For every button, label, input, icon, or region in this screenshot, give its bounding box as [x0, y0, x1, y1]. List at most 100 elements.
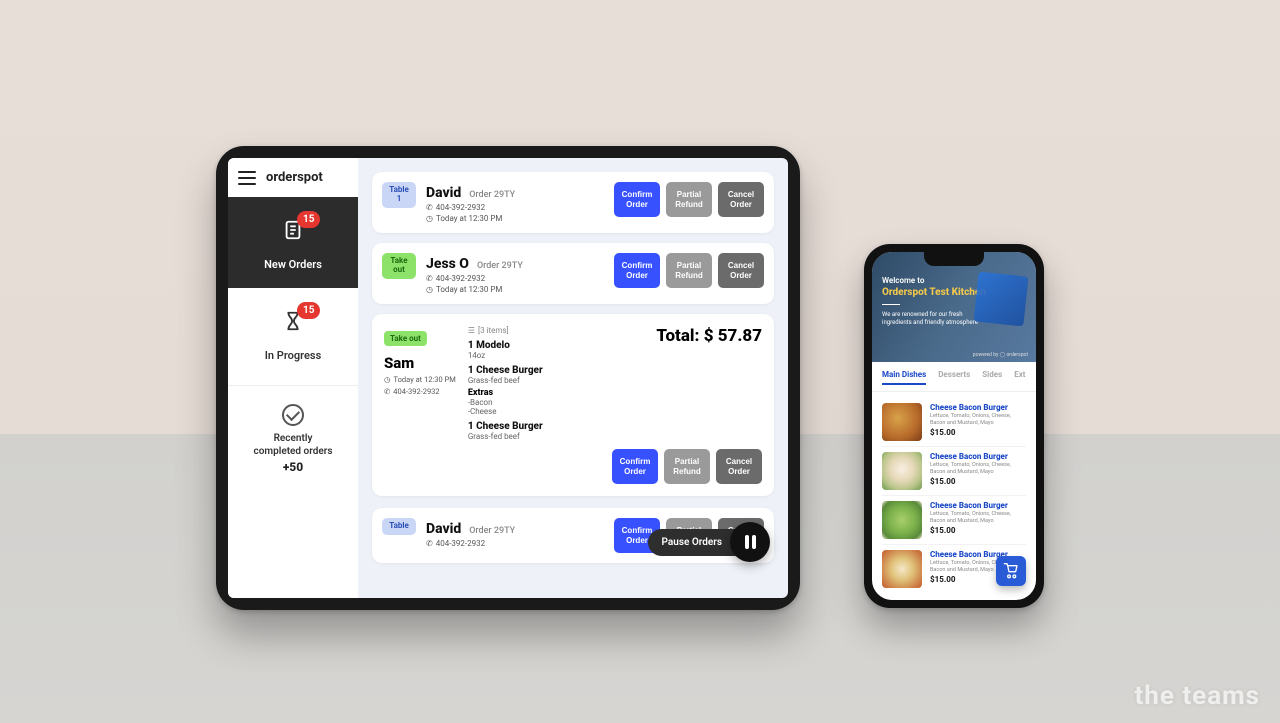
pause-orders-control: Pause Orders: [648, 522, 770, 562]
item-title: 1 Modelo: [468, 340, 543, 351]
order-code: Order 29TY: [469, 526, 515, 536]
item-extra: -Bacon: [468, 398, 543, 407]
hero-separator: [882, 304, 900, 305]
tab-main-dishes[interactable]: Main Dishes: [882, 370, 926, 385]
item-extras-heading: Extras: [468, 388, 543, 398]
order-actions: Confirm Order Partial Refund Cancel Orde…: [614, 253, 764, 288]
menu-item-desc: Lettuce, Tomato, Onions, Cheese, Bacon a…: [930, 511, 1026, 524]
partial-refund-button[interactable]: Partial Refund: [666, 182, 712, 217]
new-orders-icon: [234, 219, 352, 247]
menu-item-image: [882, 550, 922, 588]
confirm-order-button[interactable]: Confirm Order: [614, 253, 660, 288]
order-tag: Table 1: [382, 182, 416, 208]
order-phone: ✆404-392-2932: [426, 203, 604, 212]
phone-device: Welcome to Orderspot Test Kitchen We are…: [864, 244, 1044, 608]
menu-item-name: Cheese Bacon Burger: [930, 403, 1026, 412]
order-actions: Confirm Order Partial Refund Cancel Orde…: [384, 449, 762, 484]
order-phone: ✆404-392-2932: [426, 274, 604, 283]
menu-item-price: $15.00: [930, 428, 1026, 437]
phone-screen: Welcome to Orderspot Test Kitchen We are…: [872, 252, 1036, 600]
menu-item-desc: Lettuce, Tomato, Onions, Cheese, Bacon a…: [930, 413, 1026, 426]
order-tag: Take out: [382, 253, 416, 279]
item-sub: 14oz: [468, 351, 543, 360]
menu-item-name: Cheese Bacon Burger: [930, 452, 1026, 461]
order-phone: ✆404-392-2932: [384, 387, 456, 396]
order-time: ◷Today at 12:30 PM: [426, 214, 604, 223]
order-total: Total: $ 57.87: [656, 326, 762, 346]
order-time: ◷Today at 12:30 PM: [384, 375, 456, 384]
item-sub: Grass-fed beef: [468, 376, 543, 385]
hero-title: Orderspot Test Kitchen: [882, 287, 1026, 298]
menu-item[interactable]: Cheese Bacon Burger Lettuce, Tomato, Oni…: [882, 496, 1026, 545]
clock-icon: ◷: [426, 214, 433, 223]
tab-desserts[interactable]: Desserts: [938, 370, 970, 385]
order-actions: Confirm Order Partial Refund Cancel Orde…: [614, 182, 764, 217]
cart-button[interactable]: [996, 556, 1026, 586]
cart-icon: [1003, 563, 1019, 579]
menu-item-image: [882, 452, 922, 490]
order-items: ☰[3 items] 1 Modelo 14oz 1 Cheese Burger…: [468, 326, 543, 441]
order-code: Order 29TY: [477, 261, 523, 271]
order-info: Jess O Order 29TY ✆404-392-2932 ◷Today a…: [426, 253, 604, 294]
tablet-device: orderspot 15 New Orders 15 In Progress R…: [216, 146, 800, 610]
in-progress-label: In Progress: [265, 349, 321, 362]
sidebar: orderspot 15 New Orders 15 In Progress R…: [228, 158, 358, 598]
menu-item-image: [882, 501, 922, 539]
in-progress-badge: 15: [297, 302, 320, 319]
order-card[interactable]: Table 1 David Order 29TY ✆404-392-2932 ◷…: [372, 172, 774, 233]
confirm-order-button[interactable]: Confirm Order: [614, 182, 660, 217]
confirm-order-button[interactable]: Confirm Order: [612, 449, 658, 484]
brand-logo: orderspot: [266, 170, 323, 185]
order-code: Order 29TY: [469, 190, 515, 200]
phone-icon: ✆: [426, 539, 433, 548]
order-time: ◷Today at 12:30 PM: [426, 285, 604, 294]
hero-welcome: Welcome to: [882, 276, 1026, 285]
clock-icon: ◷: [384, 375, 391, 384]
item-title: 1 Cheese Burger: [468, 421, 543, 432]
customer-name: Jess O: [426, 256, 469, 272]
nav-completed[interactable]: Recently completed orders +50: [228, 385, 358, 492]
customer-name: David: [426, 185, 461, 201]
list-icon: ☰: [468, 326, 475, 335]
completed-label-1: Recently: [236, 432, 350, 445]
menu-item-name: Cheese Bacon Burger: [930, 501, 1026, 510]
cancel-order-button[interactable]: Cancel Order: [718, 182, 764, 217]
pause-button[interactable]: [730, 522, 770, 562]
phone-icon: ✆: [426, 203, 433, 212]
partial-refund-button[interactable]: Partial Refund: [666, 253, 712, 288]
new-orders-badge: 15: [297, 211, 320, 228]
tab-sides[interactable]: Sides: [982, 370, 1002, 385]
hero-subtitle: We are renowned for our fresh ingredient…: [882, 311, 982, 327]
clock-icon: ◷: [426, 285, 433, 294]
hero-banner: Welcome to Orderspot Test Kitchen We are…: [872, 252, 1036, 362]
customer-name: Sam: [384, 354, 456, 372]
item-sub: Grass-fed beef: [468, 432, 543, 441]
check-circle-icon: [282, 404, 304, 426]
menu-tabs: Main Dishes Desserts Sides Ext: [872, 362, 1036, 392]
menu-item[interactable]: Cheese Bacon Burger Lettuce, Tomato, Oni…: [882, 447, 1026, 496]
sidebar-header: orderspot: [228, 158, 358, 197]
cancel-order-button[interactable]: Cancel Order: [718, 253, 764, 288]
partial-refund-button[interactable]: Partial Refund: [664, 449, 710, 484]
menu-item-price: $15.00: [930, 477, 1026, 486]
cancel-order-button[interactable]: Cancel Order: [716, 449, 762, 484]
new-orders-label: New Orders: [264, 258, 322, 271]
watermark: the teams: [1135, 681, 1261, 711]
order-card[interactable]: Take out Jess O Order 29TY ✆404-392-2932…: [372, 243, 774, 304]
order-info: David Order 29TY ✆404-392-2932 ◷Today at…: [426, 182, 604, 223]
nav-in-progress[interactable]: 15 In Progress: [228, 288, 358, 379]
tablet-screen: orderspot 15 New Orders 15 In Progress R…: [228, 158, 788, 598]
in-progress-icon: [234, 310, 352, 338]
hamburger-icon[interactable]: [238, 171, 256, 185]
phone-icon: ✆: [426, 274, 433, 283]
items-count: ☰[3 items]: [468, 326, 543, 335]
nav-new-orders[interactable]: 15 New Orders: [228, 197, 358, 288]
completed-count: +50: [236, 460, 350, 474]
order-card-expanded[interactable]: Take out Sam ◷Today at 12:30 PM ✆404-392…: [372, 314, 774, 496]
tab-extras[interactable]: Ext: [1014, 370, 1025, 385]
order-tag: Table: [382, 518, 416, 535]
menu-item[interactable]: Cheese Bacon Burger Lettuce, Tomato, Oni…: [882, 398, 1026, 447]
order-tag: Take out: [384, 331, 427, 346]
menu-item-price: $15.00: [930, 526, 1026, 535]
pause-orders-label: Pause Orders: [648, 529, 736, 556]
